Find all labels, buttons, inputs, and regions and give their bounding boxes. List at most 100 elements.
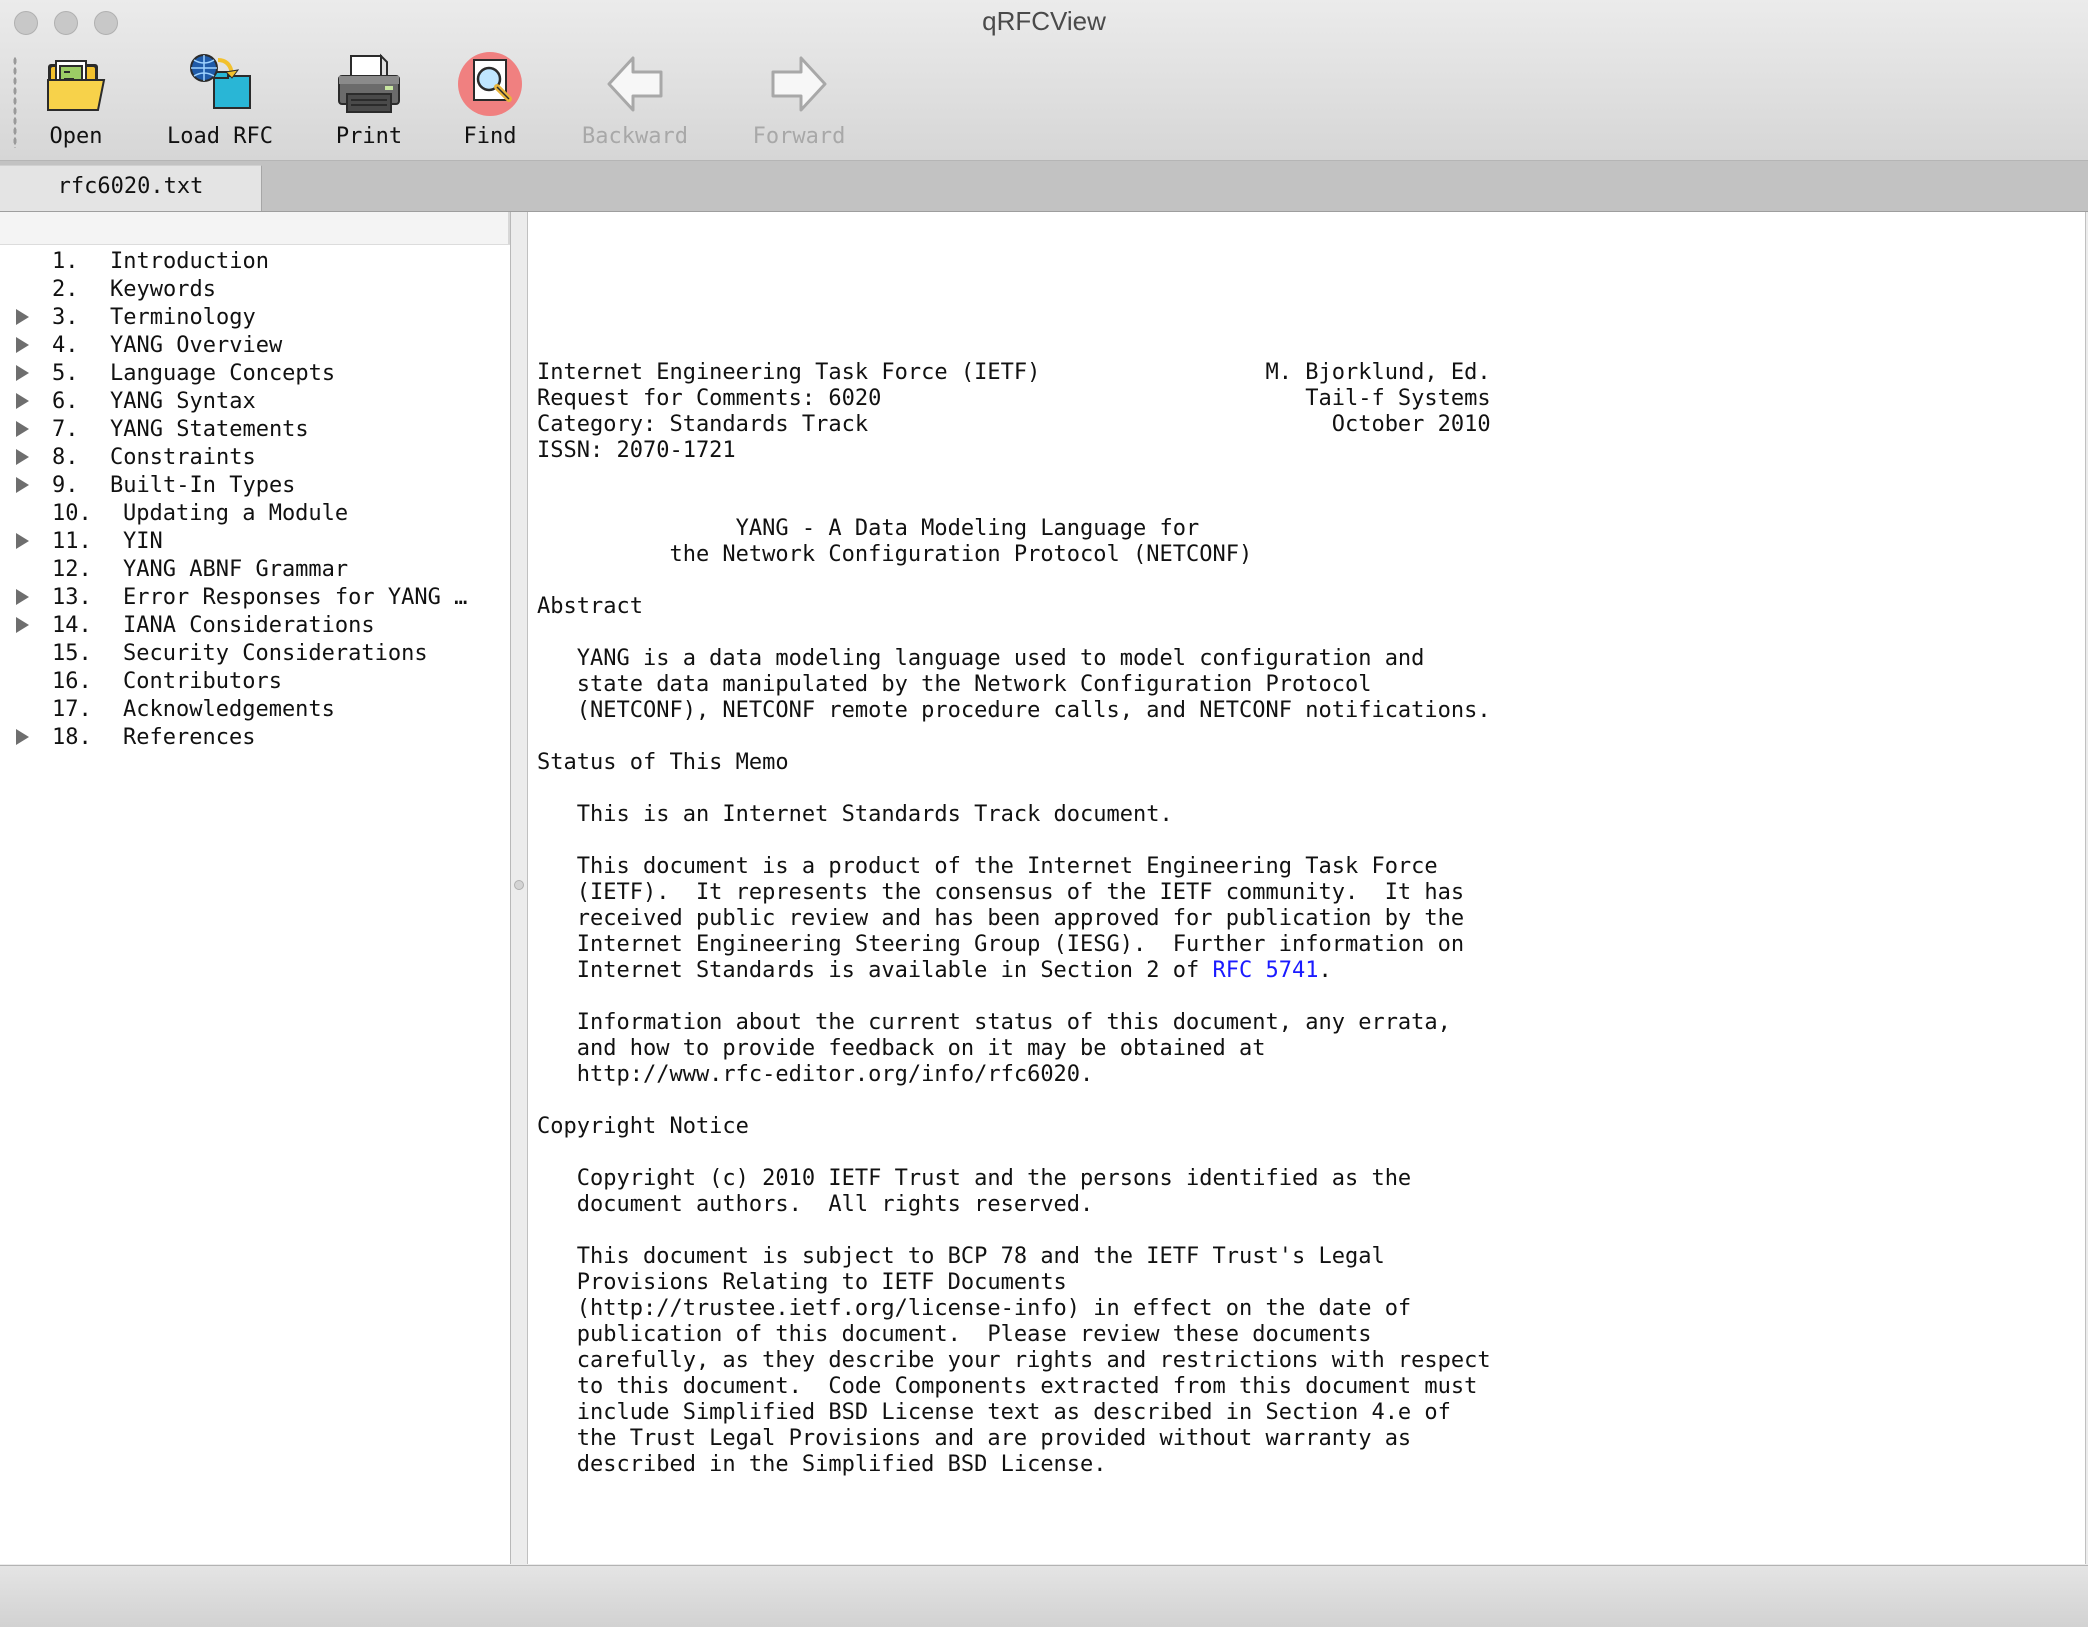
toc-item-number: 17. (52, 697, 92, 722)
print-button[interactable]: Print (326, 50, 412, 154)
toc-item[interactable]: 14. IANA Considerations (0, 612, 510, 640)
expand-arrow-icon[interactable] (16, 589, 29, 605)
document-line-text: This document is subject to BCP 78 and t… (537, 1244, 1385, 1269)
toc-item[interactable]: 18. References (0, 724, 510, 752)
toc-item[interactable]: 11. YIN (0, 528, 510, 556)
title-toolbar: qRFCView Open Load RFC Print Find Backwa… (0, 0, 2088, 161)
document-line-text: This is an Internet Standards Track docu… (537, 802, 1173, 827)
document-line-text: Abstract (537, 594, 643, 619)
toc-item-title: Updating a Module (123, 501, 349, 526)
print-button-label: Print (335, 124, 403, 149)
toc-item-title: Contributors (123, 669, 282, 694)
expand-arrow-icon[interactable] (16, 365, 29, 381)
document-line: http://www.rfc-editor.org/info/rfc6020. (537, 1062, 1491, 1088)
expand-arrow-icon[interactable] (16, 449, 29, 465)
toc-item-number: 6. (52, 389, 79, 414)
window-title: qRFCView (982, 6, 1106, 36)
globe-load-icon (190, 54, 251, 109)
document-line (537, 828, 1491, 854)
document-line-text: Status of This Memo (537, 750, 789, 775)
forward-button[interactable]: Forward (740, 50, 858, 154)
toc-item[interactable]: 12. YANG ABNF Grammar (0, 556, 510, 584)
document-line: Internet Standards is available in Secti… (537, 958, 1491, 984)
document-line: include Simplified BSD License text as d… (537, 1400, 1491, 1426)
toc-item-title: YANG Statements (110, 417, 309, 442)
toc-item-number: 8. (52, 445, 79, 470)
document-line-text: the Trust Legal Provisions and are provi… (537, 1426, 1412, 1451)
open-button[interactable]: Open (36, 50, 116, 154)
printer-icon (338, 53, 400, 113)
expand-arrow-icon[interactable] (16, 309, 29, 325)
document-line-text: Copyright Notice (537, 1114, 749, 1139)
expand-arrow-icon[interactable] (16, 337, 29, 353)
toc-item-number: 3. (52, 305, 79, 330)
toc-item-number: 18. (52, 725, 92, 750)
document-line-text: received public review and has been appr… (537, 906, 1465, 931)
toc-sidebar[interactable]: 1. Introduction 2. Keywords 3. Terminology 4. Y… (0, 212, 511, 1564)
toc-item[interactable]: 8. Constraints (0, 444, 510, 472)
document-line: Request for Comments: 6020 Tail-f System… (537, 386, 1491, 412)
document-line (537, 776, 1491, 802)
document-line-text: Category: Standards Track October 2010 (537, 412, 1491, 437)
toc-item-number: 11. (52, 529, 92, 554)
find-button[interactable]: Find (450, 50, 530, 154)
toc-item-number: 16. (52, 669, 92, 694)
expand-arrow-icon[interactable] (16, 477, 29, 493)
document-line-text: (IETF). It represents the consensus of t… (537, 880, 1465, 905)
toc-item[interactable]: 15. Security Considerations (0, 640, 510, 668)
document-line: Internet Engineering Steering Group (IES… (537, 932, 1491, 958)
document-line: Provisions Relating to IETF Documents (537, 1270, 1491, 1296)
toc-item[interactable]: 1. Introduction (0, 248, 510, 276)
toc-item[interactable]: 7. YANG Statements (0, 416, 510, 444)
toc-item[interactable]: 10. Updating a Module (0, 500, 510, 528)
document-line-text: and how to provide feedback on it may be… (537, 1036, 1266, 1061)
toc-item-title: YANG Syntax (110, 389, 256, 414)
toc-item[interactable]: 3. Terminology (0, 304, 510, 332)
toc-item-title: Introduction (110, 249, 269, 274)
toc-item[interactable]: 16. Contributors (0, 668, 510, 696)
toc-item-number: 9. (52, 473, 79, 498)
toc-item[interactable]: 17. Acknowledgements (0, 696, 510, 724)
expand-arrow-icon[interactable] (16, 729, 29, 745)
tab-rfc6020[interactable]: rfc6020.txt (0, 165, 262, 211)
document-line (537, 464, 1491, 490)
toc-item[interactable]: 9. Built-In Types (0, 472, 510, 500)
document-line: ISSN: 2070-1721 (537, 438, 1491, 464)
toc-item-title: Built-In Types (110, 473, 296, 498)
toc-header (0, 212, 510, 245)
toc-item[interactable]: 5. Language Concepts (0, 360, 510, 388)
arrow-left-icon (607, 56, 663, 112)
document-line: YANG is a data modeling language used to… (537, 646, 1491, 672)
document-line: state data manipulated by the Network Co… (537, 672, 1491, 698)
toc-item-title: Keywords (110, 277, 216, 302)
toc-item-number: 12. (52, 557, 92, 582)
rfc-5741-link[interactable]: RFC 5741 (1213, 958, 1319, 983)
toc-item[interactable]: 2. Keywords (0, 276, 510, 304)
toc-item[interactable]: 6. YANG Syntax (0, 388, 510, 416)
expand-arrow-icon[interactable] (16, 533, 29, 549)
app-window: qRFCView Open Load RFC Print Find Backwa… (0, 0, 2088, 1627)
document-viewer[interactable]: Internet Engineering Task Force (IETF) M… (527, 212, 2086, 1564)
document-line: This document is subject to BCP 78 and t… (537, 1244, 1491, 1270)
expand-arrow-icon[interactable] (16, 421, 29, 437)
pane-splitter[interactable] (511, 212, 527, 1564)
expand-arrow-icon[interactable] (16, 393, 29, 409)
expand-arrow-icon[interactable] (16, 617, 29, 633)
document-line: Internet Engineering Task Force (IETF) M… (537, 360, 1491, 386)
load-rfc-button[interactable]: Load RFC (155, 50, 285, 154)
toc-item-title: IANA Considerations (123, 613, 375, 638)
document-line-text: publication of this document. Please rev… (537, 1322, 1372, 1347)
toc-item[interactable]: 13. Error Responses for YANG … (0, 584, 510, 612)
document-line-text: (NETCONF), NETCONF remote procedure call… (537, 698, 1491, 723)
backward-button[interactable]: Backward (570, 50, 700, 154)
document-line-text: the Network Configuration Protocol (NETC… (537, 542, 1253, 567)
magnifier-icon (458, 52, 522, 116)
document-line: Copyright Notice (537, 1114, 1491, 1140)
toc-item[interactable]: 4. YANG Overview (0, 332, 510, 360)
document-line-text: (http://trustee.ietf.org/license-info) i… (537, 1296, 1412, 1321)
document-tab-bar: rfc6020.txt (0, 161, 2088, 212)
toc-item-title: Acknowledgements (123, 697, 335, 722)
toolbar-grip-handle[interactable] (13, 56, 17, 148)
splitter-handle[interactable] (514, 880, 524, 890)
document-line-text: carefully, as they describe your rights … (537, 1348, 1491, 1373)
